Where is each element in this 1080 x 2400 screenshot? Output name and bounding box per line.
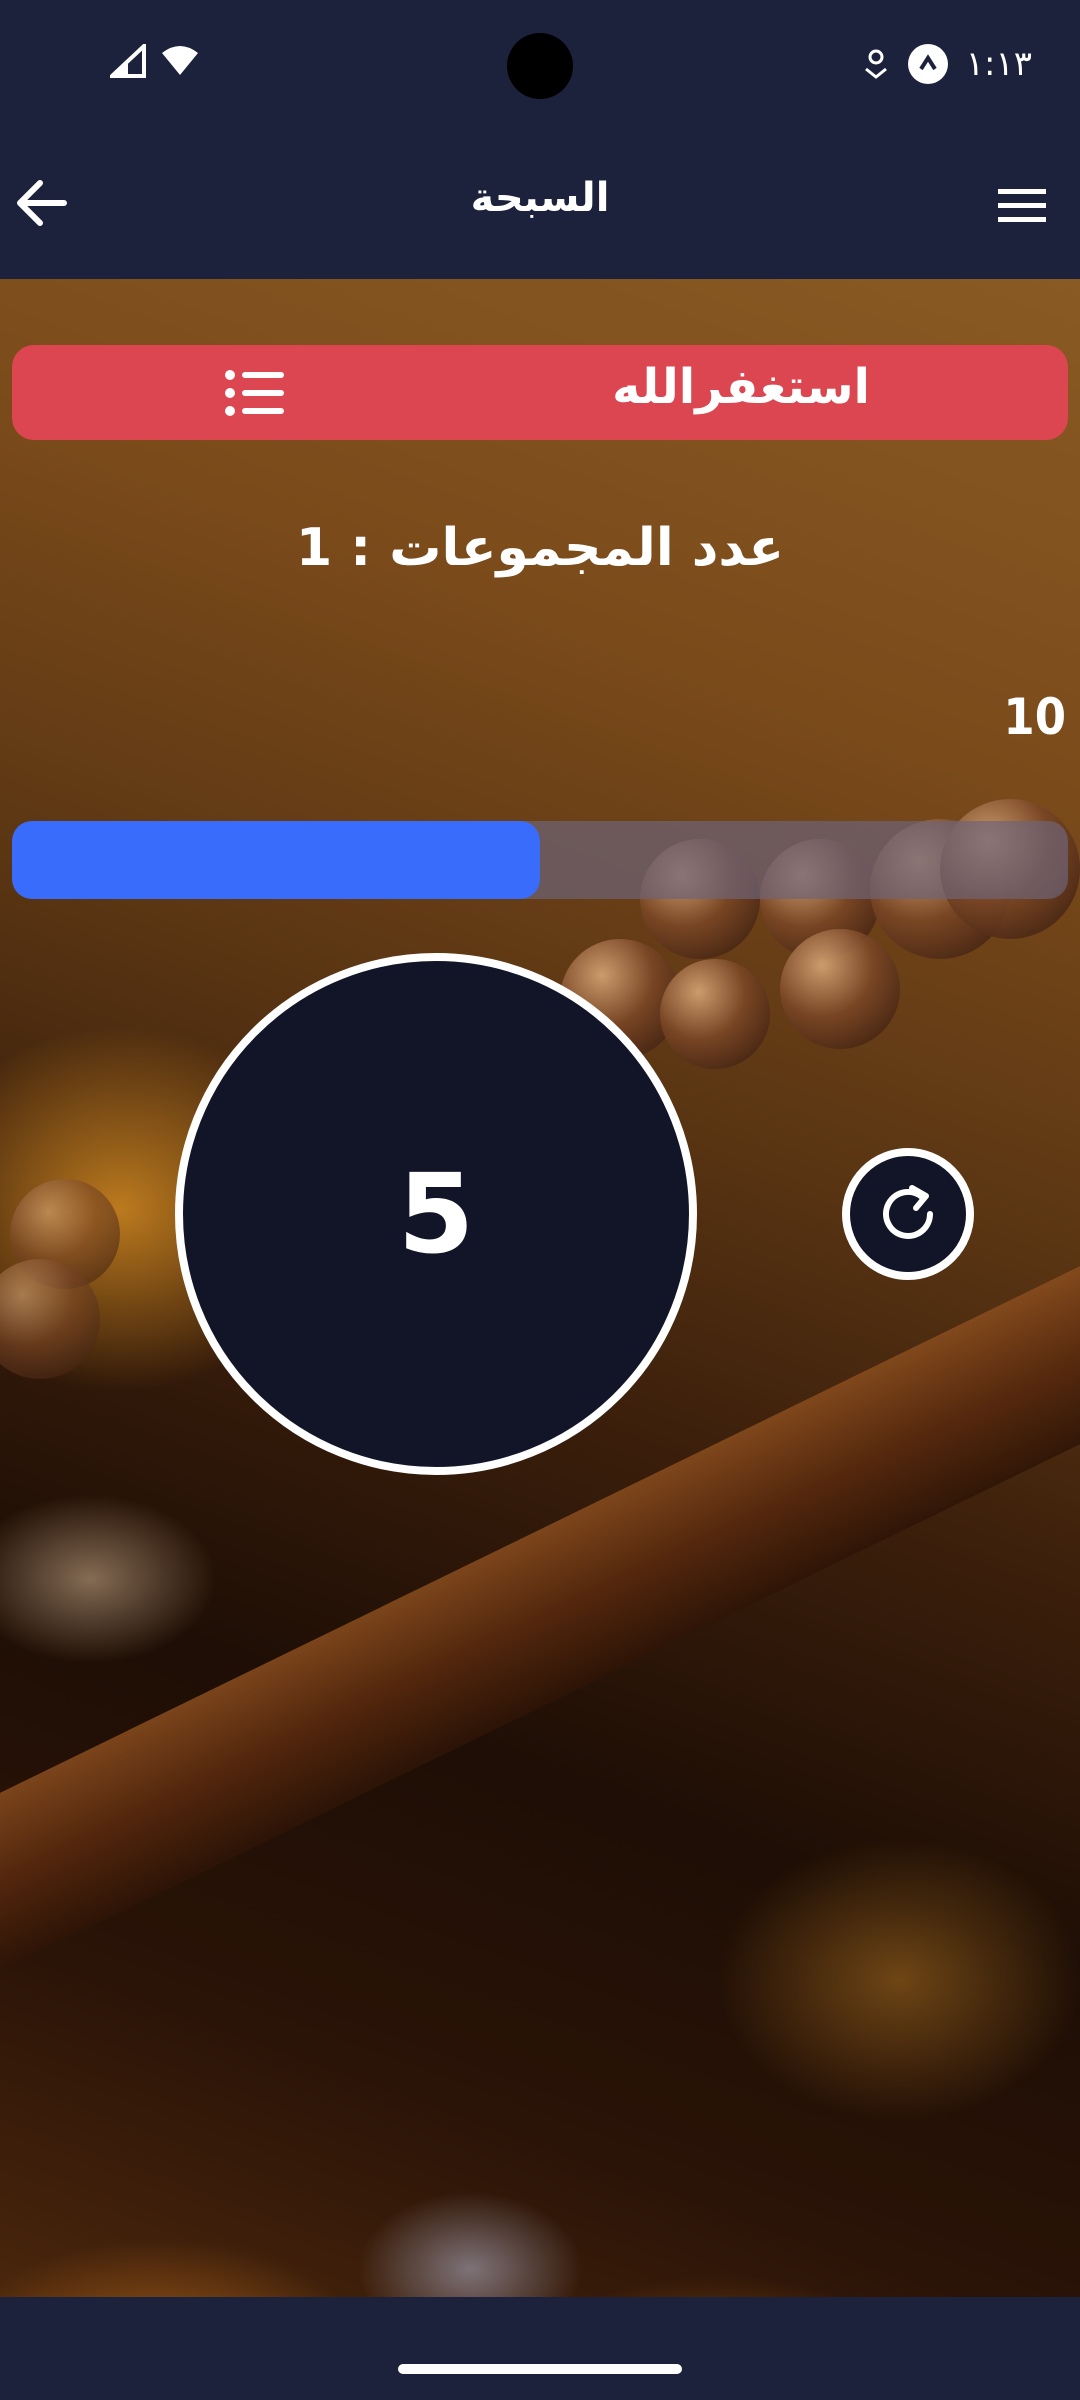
home-indicator[interactable] [398, 2364, 682, 2374]
groups-count-label: عدد المجموعات : 1 [296, 518, 784, 578]
reset-button[interactable] [842, 1148, 974, 1280]
status-bar: ١:١٣ [0, 0, 1080, 135]
counter-value: 5 [397, 1150, 475, 1278]
progress-bar [12, 821, 1068, 899]
bead [780, 929, 900, 1049]
refresh-icon [883, 1185, 933, 1239]
dhikr-list-button[interactable] [220, 367, 292, 419]
signal-icon [110, 44, 146, 78]
menu-button[interactable] [992, 175, 1052, 235]
counter-button[interactable]: 5 [175, 953, 697, 1475]
status-time: ١:١٣ [965, 44, 1032, 84]
system-nav-bar [0, 2297, 1080, 2400]
app-bar: السبحة [0, 135, 1080, 279]
list-icon [225, 370, 284, 416]
target-count: 10 [1003, 688, 1066, 746]
wifi-icon [162, 46, 198, 75]
progress-fill [12, 821, 540, 899]
app-notification-icon [907, 44, 948, 84]
page-title: السبحة [470, 175, 610, 221]
bead [660, 959, 770, 1069]
hamburger-menu-icon [998, 189, 1046, 222]
dhikr-selector[interactable]: استغفرالله [12, 345, 1068, 440]
camera-cutout [507, 33, 573, 99]
location-icon [864, 49, 887, 79]
dhikr-text: استغفرالله [612, 359, 870, 415]
